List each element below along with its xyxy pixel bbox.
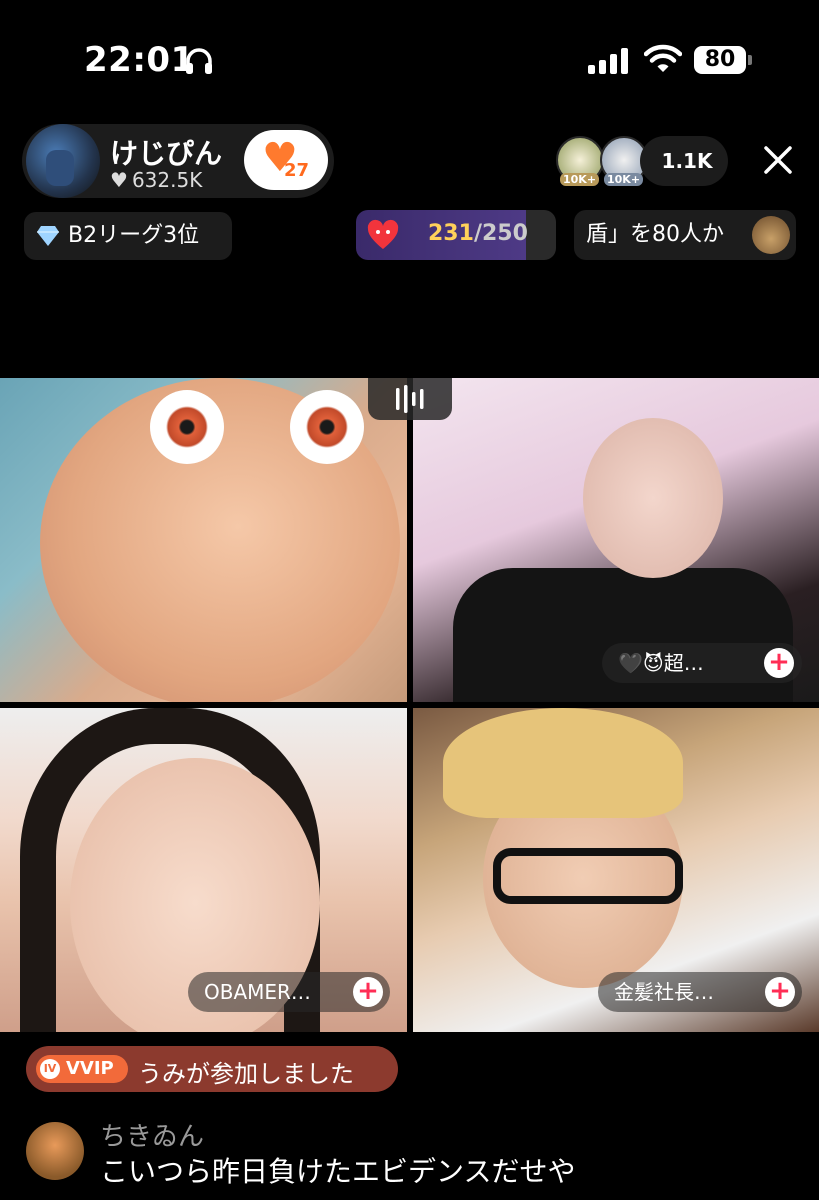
comment-avatar[interactable] <box>26 1122 84 1180</box>
video-face <box>583 418 723 578</box>
signal-icon <box>588 48 628 74</box>
diamond-icon <box>37 226 59 246</box>
host-name: けじぴん <box>110 137 223 170</box>
gift-heart-icon <box>367 219 399 249</box>
vvip-label: VVIP <box>66 1058 114 1079</box>
league-badge[interactable]: B2リーグ3位 <box>24 212 232 260</box>
league-text: B2リーグ3位 <box>68 223 200 248</box>
join-text: うみが参加しました <box>138 1060 354 1088</box>
battery-nub <box>748 55 752 65</box>
viewer-count[interactable]: 1.1K <box>640 136 728 186</box>
fan-club-button[interactable]: ♥ 27 <box>244 130 328 190</box>
viewer-badge: 10K+ <box>604 173 644 186</box>
goal-total: /250 <box>473 221 528 246</box>
status-bar: 22:01 80 <box>0 0 819 110</box>
host-info[interactable]: けじぴん ♥ 632.5K ♥ 27 <box>22 124 334 198</box>
audio-bars-icon <box>396 385 424 413</box>
crown-icon <box>752 216 790 254</box>
battery-indicator: 80 <box>694 46 746 74</box>
viewer-avatar[interactable]: 10K+ <box>556 136 604 186</box>
top-viewers[interactable]: 10K+ 10K+ 1.1K <box>556 136 728 186</box>
heart-icon: ♥ <box>110 168 128 192</box>
host-avatar[interactable] <box>26 124 100 198</box>
video-glasses <box>493 848 683 904</box>
host-likes-count: 632.5K <box>131 168 203 192</box>
follow-plus-icon[interactable]: + <box>764 648 794 678</box>
vvip-badge: IV VVIP <box>36 1055 128 1083</box>
promo-text: 盾」を80人か <box>586 222 724 247</box>
host-likes: ♥ 632.5K <box>110 168 202 192</box>
fan-level: 27 <box>284 160 310 181</box>
goal-progress: 231/250 <box>428 221 528 246</box>
promo-banner[interactable]: 盾」を80人か <box>574 210 796 260</box>
follow-plus-icon[interactable]: + <box>765 977 795 1007</box>
gift-goal-badge[interactable]: 231/250 <box>356 210 556 260</box>
comment-text: こいつら昨日負けたエビデンスだせや <box>100 1155 576 1188</box>
wifi-icon <box>644 44 682 72</box>
video-tile-host[interactable] <box>0 378 407 702</box>
vvip-icon: IV <box>40 1059 60 1079</box>
video-hair <box>443 708 683 818</box>
video-eye <box>290 390 364 464</box>
follow-plus-icon[interactable]: + <box>353 977 383 1007</box>
comment-username[interactable]: ちきゐん <box>100 1116 204 1153</box>
viewer-badge: 10K+ <box>560 173 600 186</box>
status-time: 22:01 <box>84 40 195 80</box>
headphones-icon <box>186 48 212 74</box>
audio-indicator[interactable] <box>368 378 452 420</box>
join-notification: IV VVIP うみが参加しました <box>26 1046 398 1092</box>
goal-current: 231 <box>428 221 474 246</box>
close-icon[interactable] <box>762 144 794 176</box>
video-eye <box>150 390 224 464</box>
